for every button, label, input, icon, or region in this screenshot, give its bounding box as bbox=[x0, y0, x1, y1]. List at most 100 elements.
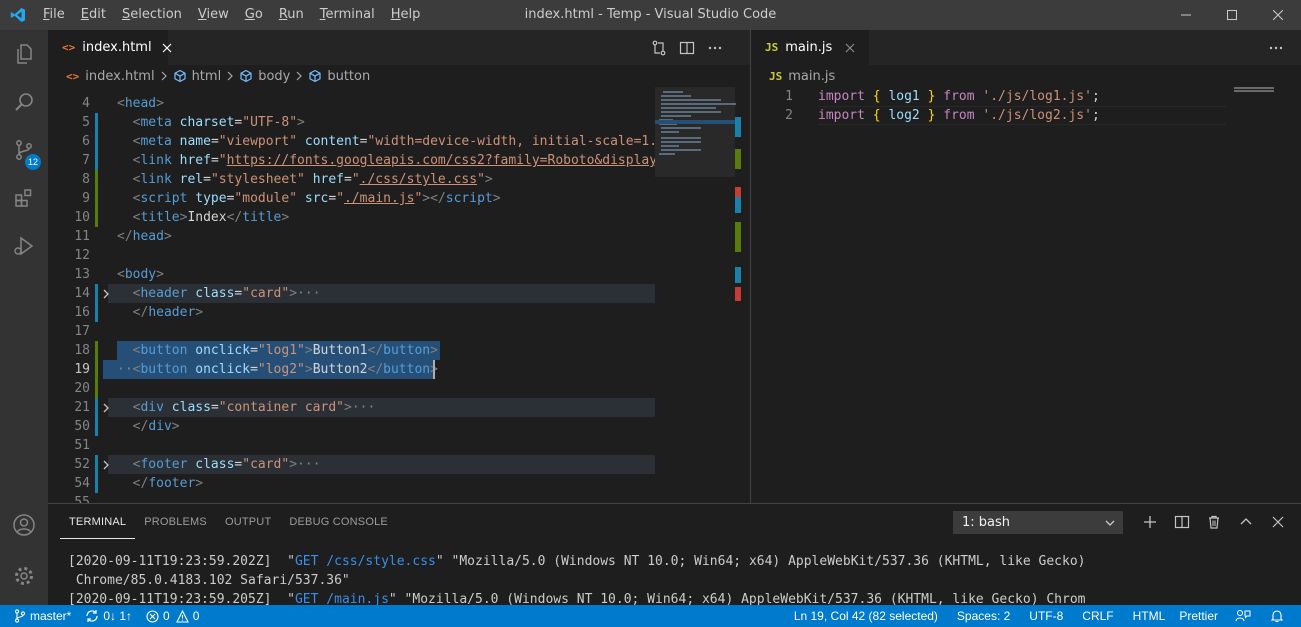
code-line[interactable]: 19 ··<button onclick="log2">Button2</butt… bbox=[48, 360, 655, 379]
code-line[interactable]: 14 <header class="card">··· bbox=[48, 284, 655, 303]
menu-edit[interactable]: Edit bbox=[73, 0, 114, 30]
close-panel-button[interactable] bbox=[1262, 510, 1294, 534]
run-debug-button[interactable] bbox=[0, 222, 48, 270]
problems-indicator[interactable]: 0 0 bbox=[139, 605, 206, 627]
more-actions-button[interactable] bbox=[1262, 37, 1290, 59]
minimap-2[interactable] bbox=[1234, 87, 1290, 93]
end-of-line[interactable]: CRLF bbox=[1070, 605, 1120, 627]
code-line[interactable]: 10 <title>Index</title> bbox=[48, 208, 655, 227]
breadcrumb-html[interactable]: html bbox=[173, 69, 221, 84]
split-editor-button[interactable] bbox=[673, 37, 701, 59]
breadcrumb-label: index.html bbox=[85, 68, 155, 84]
terminal-output[interactable]: [2020-09-11T19:23:59.202Z] "GET /css/sty… bbox=[68, 552, 1288, 609]
menu-go[interactable]: Go bbox=[237, 0, 271, 30]
git-branch[interactable]: master* bbox=[0, 605, 78, 627]
breadcrumb-button[interactable]: button bbox=[308, 69, 370, 84]
maximize-icon bbox=[1227, 10, 1237, 20]
account-button[interactable] bbox=[0, 501, 48, 549]
maximize-button[interactable] bbox=[1209, 0, 1255, 30]
code-line[interactable]: 20 bbox=[48, 379, 655, 398]
code-line[interactable]: 9 <script type="module" src="./main.js">… bbox=[48, 189, 655, 208]
code-line[interactable]: 21 <div class="container card">··· bbox=[48, 398, 655, 417]
breadcrumb-file[interactable]: <> index.html bbox=[66, 69, 155, 84]
activity-bar: 12 bbox=[0, 30, 48, 605]
code-line[interactable]: 5 <meta charset="UTF-8"> bbox=[48, 113, 655, 132]
code-line[interactable]: 18 <button onclick="log1">Button1</butto… bbox=[48, 341, 655, 360]
breadcrumb-body[interactable]: body bbox=[239, 69, 290, 84]
menu-view[interactable]: View bbox=[190, 0, 237, 30]
code-line[interactable]: 7 <link href="https://fonts.googleapis.c… bbox=[48, 151, 655, 170]
code-line[interactable]: 50 </div> bbox=[48, 417, 655, 436]
menu-bar: File Edit Selection View Go Run Terminal… bbox=[35, 0, 428, 30]
code-line[interactable]: 11 </head> bbox=[48, 227, 655, 246]
tab-terminal[interactable]: TERMINAL bbox=[60, 504, 136, 539]
code-text: </head> bbox=[117, 229, 172, 244]
minimap[interactable] bbox=[655, 87, 750, 503]
notifications-button[interactable] bbox=[1262, 605, 1295, 627]
minimize-button[interactable] bbox=[1163, 0, 1209, 30]
code-line[interactable]: 54 </footer> bbox=[48, 474, 655, 493]
kill-terminal-button[interactable] bbox=[1198, 510, 1230, 534]
tab-main-js[interactable]: JS main.js bbox=[751, 30, 869, 65]
code-line[interactable]: 6 <meta name="viewport" content="width=d… bbox=[48, 132, 655, 151]
menu-run[interactable]: Run bbox=[271, 0, 312, 30]
plus-icon bbox=[1144, 516, 1156, 528]
minimap-line bbox=[661, 141, 701, 143]
git-change-marker bbox=[95, 474, 98, 493]
menu-terminal[interactable]: Terminal bbox=[312, 0, 383, 30]
more-actions-button[interactable] bbox=[701, 37, 729, 59]
terminal-select[interactable]: 1: bash bbox=[953, 511, 1123, 534]
code-line[interactable]: 17 bbox=[48, 322, 655, 341]
menu-help[interactable]: Help bbox=[383, 0, 429, 30]
code-editor-index-html[interactable]: 4 <head> 5 <meta charset="UTF-8"> 6 <meta n… bbox=[48, 87, 655, 503]
code-line[interactable]: 8 <link rel="stylesheet" href="./css/sty… bbox=[48, 170, 655, 189]
fold-chevron-icon[interactable] bbox=[100, 398, 112, 417]
close-icon bbox=[1273, 10, 1283, 20]
tab-output[interactable]: OUTPUT bbox=[216, 504, 280, 539]
code-line[interactable]: 16 </header> bbox=[48, 303, 655, 322]
breadcrumb-label: body bbox=[258, 68, 291, 84]
code-line[interactable]: 1 import { log1 } from './js/log1.js'; bbox=[751, 87, 1226, 106]
code-line[interactable]: 13 <body> bbox=[48, 265, 655, 284]
manage-button[interactable] bbox=[0, 552, 48, 600]
menu-selection[interactable]: Selection bbox=[114, 0, 190, 30]
search-button[interactable] bbox=[0, 78, 48, 126]
code-line[interactable]: 55 bbox=[48, 493, 655, 503]
tab-close-button[interactable] bbox=[162, 40, 172, 56]
panel-actions bbox=[1134, 510, 1294, 534]
explorer-button[interactable] bbox=[0, 30, 48, 78]
extensions-button[interactable] bbox=[0, 174, 48, 222]
code-line[interactable]: 51 bbox=[48, 436, 655, 455]
tab-debug-console[interactable]: DEBUG CONSOLE bbox=[280, 504, 397, 539]
line-number: 55 bbox=[74, 495, 90, 503]
git-sync[interactable]: 0↓ 1↑ bbox=[78, 605, 139, 627]
code-editor-main-js[interactable]: 1 import { log1 } from './js/log1.js'; 2 im… bbox=[751, 87, 1301, 503]
prettier-status[interactable]: Prettier bbox=[1172, 605, 1225, 627]
tab-problems[interactable]: PROBLEMS bbox=[135, 504, 216, 539]
breadcrumb-file[interactable]: JS main.js bbox=[769, 69, 835, 84]
tab-close-button[interactable] bbox=[842, 40, 858, 56]
code-line[interactable]: 4 <head> bbox=[48, 94, 655, 113]
feedback-button[interactable] bbox=[1225, 605, 1262, 627]
code-line[interactable]: 12 bbox=[48, 246, 655, 265]
close-window-button[interactable] bbox=[1255, 0, 1301, 30]
indentation[interactable]: Spaces: 2 bbox=[945, 605, 1017, 627]
code-line[interactable]: 52 <footer class="card">··· bbox=[48, 455, 655, 474]
maximize-panel-button[interactable] bbox=[1230, 510, 1262, 534]
tab-label: main.js bbox=[785, 40, 833, 55]
source-control-button[interactable]: 12 bbox=[0, 126, 48, 174]
new-terminal-button[interactable] bbox=[1134, 510, 1166, 534]
line-number: 5 bbox=[82, 115, 90, 130]
sync-icon bbox=[86, 610, 98, 622]
menu-file[interactable]: File bbox=[35, 0, 73, 30]
fold-chevron-icon[interactable] bbox=[100, 284, 112, 303]
cursor-position[interactable]: Ln 19, Col 42 (82 selected) bbox=[787, 605, 945, 627]
code-line[interactable]: 2 import { log2 } from './js/log2.js'; bbox=[751, 106, 1226, 125]
open-changes-button[interactable] bbox=[645, 37, 673, 59]
encoding[interactable]: UTF-8 bbox=[1017, 605, 1070, 627]
language-mode[interactable]: HTML bbox=[1121, 605, 1173, 627]
fold-chevron-icon[interactable] bbox=[100, 455, 112, 474]
scrollbar-change-marker bbox=[735, 197, 741, 213]
tab-index-html[interactable]: <> index.html bbox=[48, 30, 171, 65]
split-terminal-button[interactable] bbox=[1166, 510, 1198, 534]
